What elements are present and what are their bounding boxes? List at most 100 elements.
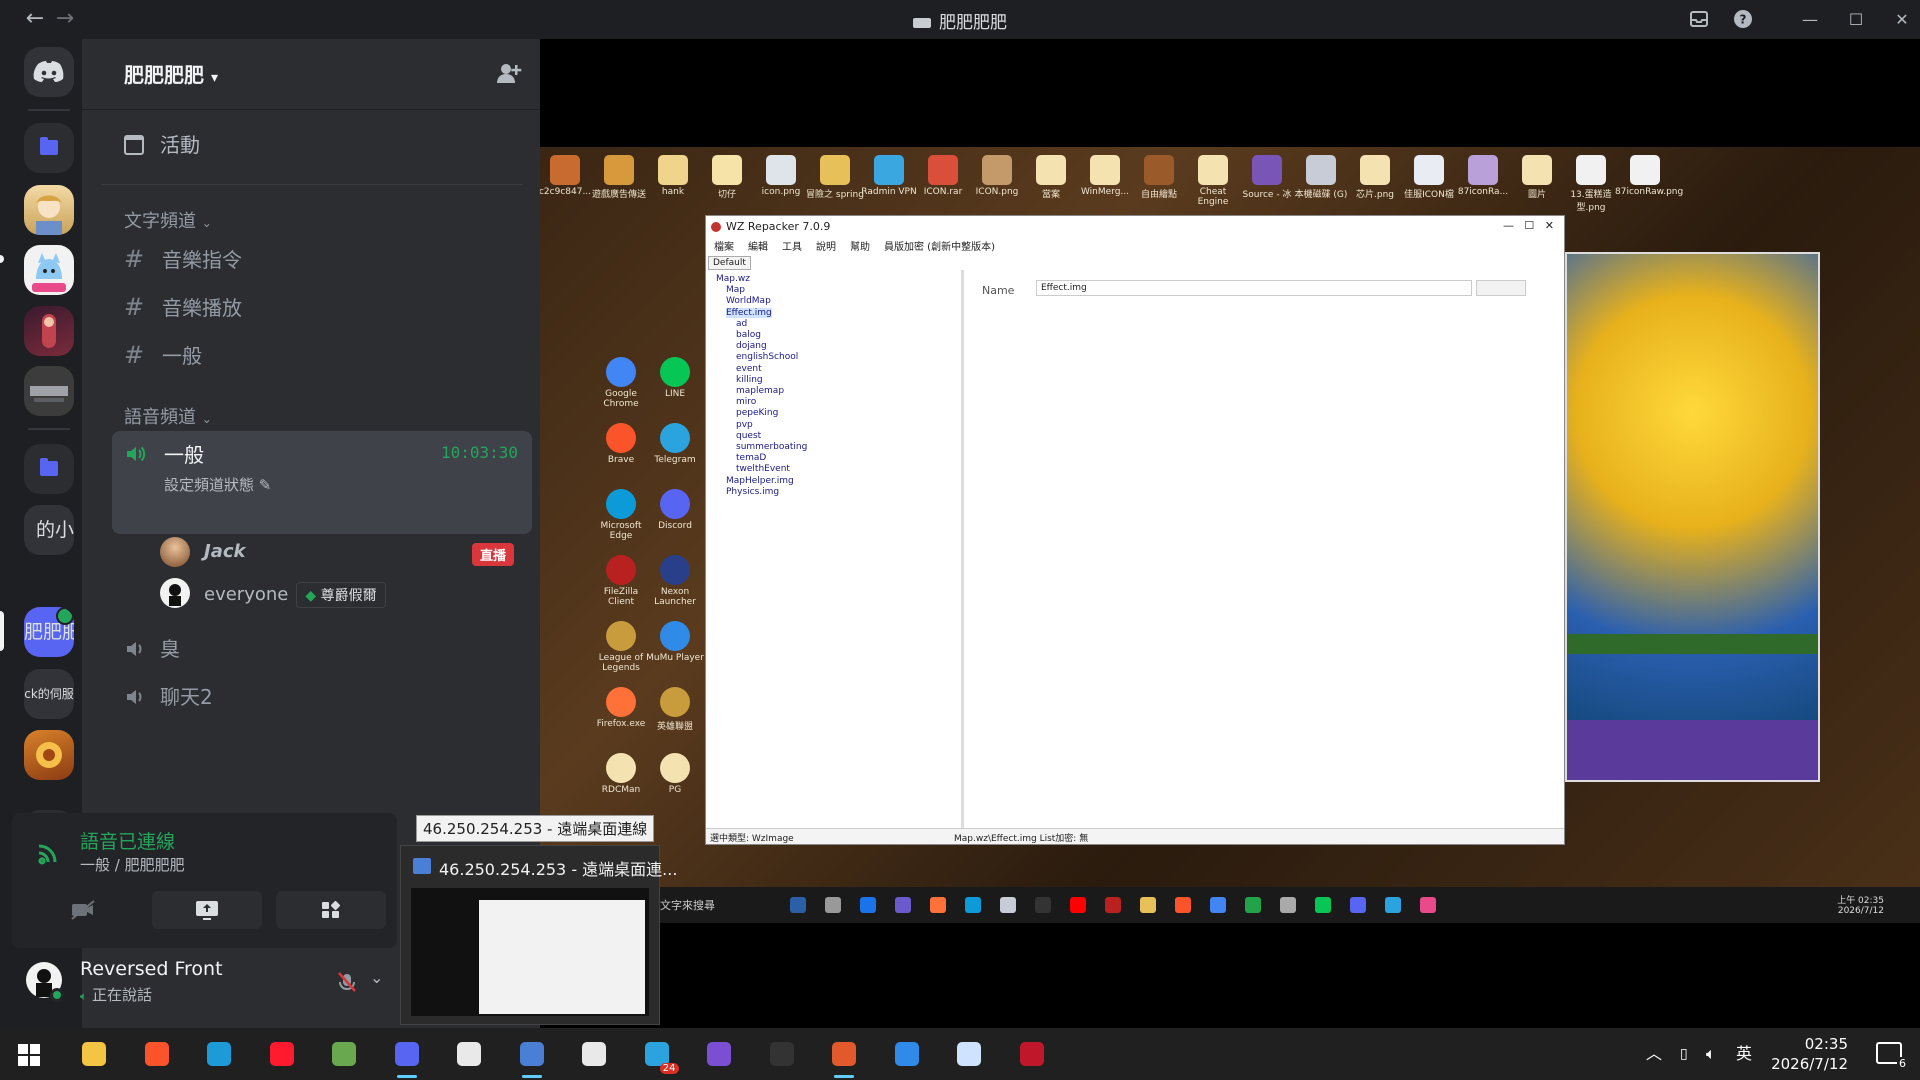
desktop-icon[interactable] bbox=[1522, 155, 1552, 185]
wz-apply-button[interactable] bbox=[1476, 280, 1526, 296]
server-cat-avatar[interactable] bbox=[24, 245, 74, 295]
wz-tree-node[interactable]: Map.wz bbox=[716, 274, 750, 284]
help-icon[interactable]: ? bbox=[1732, 9, 1754, 31]
desktop-app-icon[interactable] bbox=[660, 753, 690, 783]
game-window[interactable] bbox=[1565, 252, 1820, 782]
server-dark-avatar[interactable] bbox=[24, 306, 74, 356]
remote-taskbar-icon[interactable] bbox=[1000, 897, 1016, 913]
wz-tree-node[interactable]: englishSchool bbox=[736, 352, 798, 362]
remote-desktop-icon[interactable] bbox=[514, 1036, 550, 1078]
events-row[interactable]: 活動 bbox=[124, 129, 200, 161]
guild-header[interactable]: 肥肥肥肥 ▾ bbox=[124, 59, 218, 88]
desktop-icon[interactable] bbox=[604, 155, 634, 185]
desktop-app-icon[interactable] bbox=[660, 555, 690, 585]
desktop-icon[interactable] bbox=[1144, 155, 1174, 185]
voice-channel-chat2[interactable]: 聊天2 bbox=[124, 677, 213, 717]
wz-tree-node[interactable]: event bbox=[736, 364, 762, 374]
remote-taskbar-icon[interactable] bbox=[860, 897, 876, 913]
visual-studio-icon[interactable] bbox=[701, 1036, 737, 1072]
wz-menu-item[interactable]: 員版加密 (創新中整版本) bbox=[884, 242, 995, 253]
brave-icon[interactable] bbox=[139, 1036, 175, 1072]
wz-tree-node[interactable]: temaD bbox=[736, 453, 766, 463]
remote-taskbar-icon[interactable] bbox=[825, 897, 841, 913]
windows-start-icon[interactable] bbox=[18, 1044, 40, 1066]
play-icon[interactable] bbox=[1014, 1036, 1050, 1072]
wz-menu-item[interactable]: 編輯 bbox=[748, 242, 768, 253]
remote-taskbar-icon[interactable] bbox=[1210, 897, 1226, 913]
maps-pin-icon[interactable] bbox=[826, 1036, 862, 1078]
wz-tree-node[interactable]: maplemap bbox=[736, 386, 784, 396]
channel-general[interactable]: # 一般 bbox=[124, 335, 202, 375]
remote-taskbar-icon[interactable] bbox=[930, 897, 946, 913]
voice-channel-active[interactable]: 一般 10:03:30 設定頻道狀態 ✎ bbox=[112, 431, 532, 534]
game-hotbar[interactable] bbox=[1567, 720, 1818, 780]
wz-tree-node[interactable]: quest bbox=[736, 431, 761, 441]
remote-desktop-view[interactable]: c2c9c847... 遊戲廣告傳送 hank 切仔 icon.png 冒險之 sprin… bbox=[540, 147, 1920, 923]
voice-channel-smelly[interactable]: 臭 bbox=[124, 629, 180, 669]
desktop-app-icon[interactable] bbox=[606, 423, 636, 453]
remote-taskbar-icon[interactable] bbox=[790, 897, 806, 913]
edge-icon[interactable] bbox=[201, 1036, 237, 1072]
desktop-icon[interactable] bbox=[1630, 155, 1660, 185]
category-text[interactable]: 文字頻道 ⌄ bbox=[124, 207, 212, 233]
remote-taskbar-icon[interactable] bbox=[1350, 897, 1366, 913]
wz-menu-item[interactable]: 工具 bbox=[782, 242, 802, 253]
desktop-icon[interactable] bbox=[820, 155, 850, 185]
remote-taskbar-icon[interactable] bbox=[1140, 897, 1156, 913]
channel-music-commands[interactable]: # 音樂指令 bbox=[124, 239, 242, 279]
wz-tree-view[interactable]: Map.wz Map WorldMap Effect.img ad balog dojang… bbox=[708, 270, 964, 828]
inbox-icon[interactable] bbox=[1688, 9, 1710, 31]
notification-icon[interactable]: 6 bbox=[1876, 1042, 1908, 1070]
server-folder-2[interactable] bbox=[24, 444, 74, 494]
server-text-2[interactable]: ck的伺服 bbox=[24, 669, 74, 719]
desktop-icon[interactable] bbox=[550, 155, 580, 185]
remote-search-box[interactable]: 文字來搜尋 bbox=[660, 897, 715, 913]
server-folder-1[interactable] bbox=[24, 123, 74, 173]
maximize-button[interactable]: ☐ bbox=[1836, 6, 1876, 34]
wz-repacker-window[interactable]: WZ Repacker 7.0.9 — ☐ ✕ 檔案 編輯 工具 說明 幫助 員版加密 (… bbox=[705, 215, 1565, 845]
desktop-icon[interactable] bbox=[1414, 155, 1444, 185]
discord-home-button[interactable] bbox=[24, 47, 74, 97]
file-explorer-icon[interactable] bbox=[76, 1036, 112, 1072]
chevron-down-icon[interactable]: ⌄ bbox=[370, 968, 383, 987]
wz-tree-node[interactable]: WorldMap bbox=[726, 296, 771, 306]
channel-music-play[interactable]: # 音樂播放 bbox=[124, 287, 242, 327]
desktop-app-icon[interactable] bbox=[606, 489, 636, 519]
remote-taskbar-icon[interactable] bbox=[1315, 897, 1331, 913]
desktop-app-icon[interactable] bbox=[660, 357, 690, 387]
wz-tab-default[interactable]: Default bbox=[708, 256, 751, 270]
desktop-icon[interactable] bbox=[1252, 155, 1282, 185]
remote-taskbar-icon[interactable] bbox=[1280, 897, 1296, 913]
taskbar-clock[interactable]: 02:35 2026/7/12 bbox=[1771, 1034, 1848, 1074]
desktop-app-icon[interactable] bbox=[660, 423, 690, 453]
telegram-icon[interactable]: 24 bbox=[639, 1036, 679, 1074]
desktop-icon[interactable] bbox=[1360, 155, 1390, 185]
desktop-app-icon[interactable] bbox=[660, 489, 690, 519]
remote-taskbar-icon[interactable] bbox=[1385, 897, 1401, 913]
remote-taskbar-icon[interactable] bbox=[1035, 897, 1051, 913]
desktop-icon[interactable] bbox=[874, 155, 904, 185]
camera-off-button[interactable] bbox=[28, 891, 138, 929]
signal-icon[interactable] bbox=[36, 839, 62, 865]
chatgpt-icon[interactable] bbox=[576, 1036, 612, 1072]
set-channel-status[interactable]: 設定頻道狀態 ✎ bbox=[164, 474, 271, 495]
desktop-icon[interactable] bbox=[1306, 155, 1336, 185]
remote-taskbar-icon[interactable] bbox=[1070, 897, 1086, 913]
opera-icon[interactable] bbox=[264, 1036, 300, 1072]
wz-tree-node[interactable]: twelthEvent bbox=[736, 464, 790, 474]
category-voice[interactable]: 語音頻道 ⌄ bbox=[124, 403, 212, 429]
server-racing-avatar[interactable] bbox=[24, 366, 74, 416]
desktop-app-icon[interactable] bbox=[606, 621, 636, 651]
vsc-icon[interactable] bbox=[451, 1036, 487, 1072]
wz-tree-node[interactable]: balog bbox=[736, 330, 761, 340]
wz-tree-node[interactable]: pepeKing bbox=[736, 408, 778, 418]
desktop-app-icon[interactable] bbox=[606, 687, 636, 717]
paint-icon[interactable] bbox=[951, 1036, 987, 1072]
bluetooth-icon[interactable] bbox=[889, 1036, 925, 1072]
remote-taskbar-icon[interactable] bbox=[1105, 897, 1121, 913]
wz-tree-node[interactable]: dojang bbox=[736, 341, 767, 351]
wz-tree-node[interactable]: summerboating bbox=[736, 442, 807, 452]
tray-chevron-icon[interactable]: ︿ bbox=[1646, 1028, 1662, 1080]
close-button[interactable]: ✕ bbox=[1882, 6, 1920, 34]
wz-name-field[interactable]: Effect.img bbox=[1036, 280, 1472, 296]
